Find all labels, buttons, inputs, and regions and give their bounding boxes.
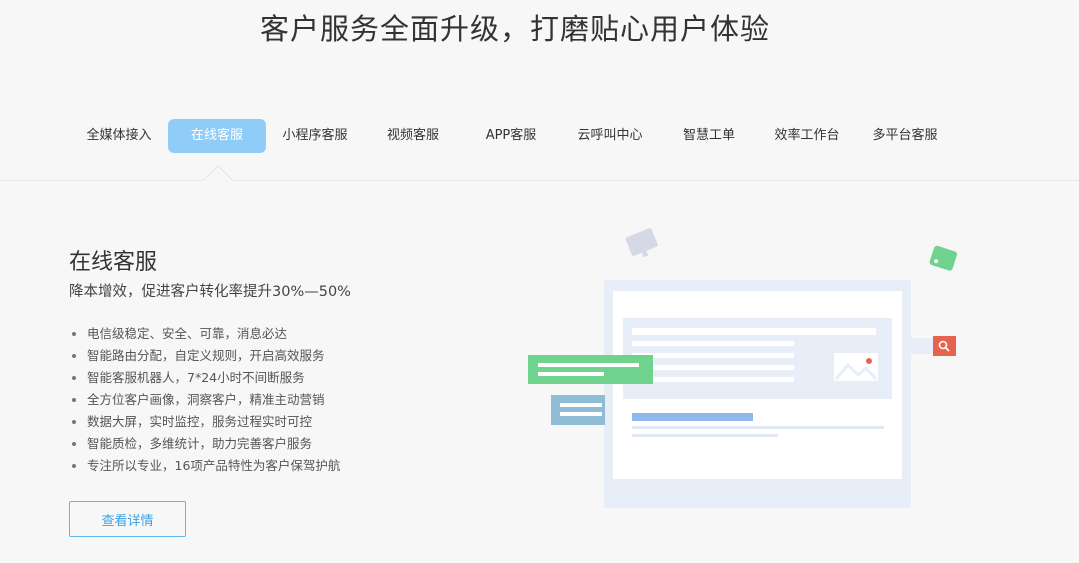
chat-bubble-blue bbox=[551, 395, 605, 425]
list-item: 电信级稳定、安全、可靠，消息必达 bbox=[72, 323, 340, 345]
floating-tag-icon bbox=[625, 228, 658, 258]
tab-multiplatform-service[interactable]: 多平台客服 bbox=[856, 119, 954, 153]
hero-title: 客户服务全面升级，打磨贴心用户体验 bbox=[259, 12, 770, 46]
floating-chat-icon bbox=[929, 245, 958, 271]
tab-efficiency-workbench[interactable]: 效率工作台 bbox=[758, 119, 856, 153]
list-item: 专注所以专业，16项产品特性为客户保驾护航 bbox=[72, 455, 340, 477]
tab-smart-ticket[interactable]: 智慧工单 bbox=[660, 119, 758, 153]
list-item: 智能质检，多维统计，助力完善客户服务 bbox=[72, 433, 340, 455]
list-item: 智能客服机器人，7*24小时不间断服务 bbox=[72, 367, 340, 389]
list-item: 全方位客户画像，洞察客户，精准主动营销 bbox=[72, 389, 340, 411]
tab-omnichannel[interactable]: 全媒体接入 bbox=[70, 119, 168, 153]
online-service-illustration bbox=[528, 228, 958, 508]
tab-cloud-call-center[interactable]: 云呼叫中心 bbox=[560, 119, 660, 153]
list-item: 数据大屏，实时监控，服务过程实时可控 bbox=[72, 411, 340, 433]
panel-title: 在线客服 bbox=[69, 250, 158, 275]
active-tab-pointer bbox=[201, 164, 233, 181]
chat-bubble-green bbox=[528, 355, 653, 384]
feature-list: 电信级稳定、安全、可靠，消息必达 智能路由分配，自定义规则，开启高效服务 智能客… bbox=[72, 323, 340, 477]
list-item: 智能路由分配，自定义规则，开启高效服务 bbox=[72, 345, 340, 367]
view-details-button[interactable]: 查看详情 bbox=[69, 501, 186, 537]
panel-subtitle: 降本增效，促进客户转化率提升30%—50% bbox=[69, 284, 351, 300]
search-icon bbox=[933, 336, 956, 356]
tab-online-service[interactable]: 在线客服 bbox=[168, 119, 266, 153]
tab-divider bbox=[0, 180, 1079, 181]
tab-video-service[interactable]: 视频客服 bbox=[364, 119, 462, 153]
tab-miniprogram-service[interactable]: 小程序客服 bbox=[266, 119, 364, 153]
tab-app-service[interactable]: APP客服 bbox=[462, 119, 560, 153]
image-icon bbox=[834, 353, 878, 381]
product-tabs: 全媒体接入 在线客服 小程序客服 视频客服 APP客服 云呼叫中心 智慧工单 效… bbox=[70, 119, 954, 153]
